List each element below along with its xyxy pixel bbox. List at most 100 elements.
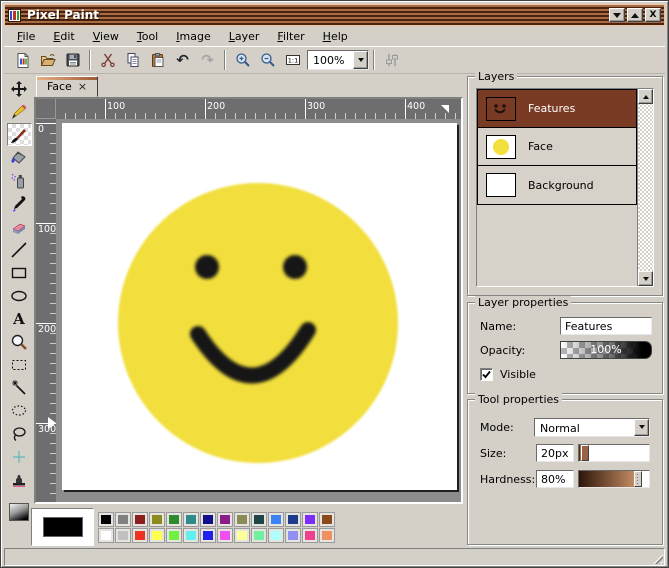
palette-swatch[interactable]	[183, 512, 199, 527]
palette-swatch[interactable]	[149, 512, 165, 527]
palette-swatch[interactable]	[200, 528, 216, 543]
palette-swatch[interactable]	[234, 512, 250, 527]
hardness-input[interactable]	[536, 470, 574, 488]
mode-combo-arrow-button[interactable]	[634, 419, 649, 436]
palette-swatch[interactable]	[302, 528, 318, 543]
fill-tool-button[interactable]	[7, 146, 32, 169]
scroll-down-button[interactable]	[638, 271, 653, 286]
stamp-tool-button[interactable]	[7, 468, 32, 491]
palette-swatch[interactable]	[217, 512, 233, 527]
hardness-slider[interactable]	[578, 470, 650, 488]
size-slider[interactable]	[578, 444, 650, 462]
menu-filter[interactable]: Filter	[268, 28, 313, 45]
magnifier-tool-button[interactable]	[7, 330, 32, 353]
layers-scrollbar[interactable]	[638, 89, 653, 286]
resize-grip[interactable]	[651, 552, 663, 564]
mode-combobox[interactable]: Normal	[534, 418, 650, 437]
palette-swatch[interactable]	[115, 512, 131, 527]
palette-swatch[interactable]	[98, 512, 114, 527]
magic-wand-tool-button[interactable]	[7, 376, 32, 399]
save-button[interactable]	[60, 48, 85, 72]
eraser-tool-button[interactable]	[7, 215, 32, 238]
zoom-in-button[interactable]	[230, 48, 255, 72]
size-input[interactable]	[536, 444, 574, 462]
rect-select-tool-button[interactable]	[7, 353, 32, 376]
title-bar[interactable]: Pixel Paint X	[4, 4, 665, 26]
size-slider-thumb[interactable]	[581, 445, 589, 461]
lasso-tool-button[interactable]	[7, 399, 32, 422]
current-color-swatch[interactable]	[43, 517, 83, 537]
visible-checkbox[interactable]	[480, 368, 493, 381]
menu-edit[interactable]: Edit	[44, 28, 83, 45]
palette-swatch[interactable]	[251, 528, 267, 543]
menu-layer[interactable]: Layer	[220, 28, 269, 45]
zoom-out-button[interactable]	[255, 48, 280, 72]
layer-row-background[interactable]: Background	[478, 166, 636, 204]
open-button[interactable]	[35, 48, 60, 72]
undo-button[interactable]: ↶	[170, 48, 195, 72]
gradient-swatch[interactable]	[9, 503, 29, 521]
hardness-slider-thumb[interactable]	[634, 471, 642, 487]
line-tool-button[interactable]	[7, 238, 32, 261]
minimize-icon	[613, 13, 621, 18]
move-tool-button[interactable]	[7, 77, 32, 100]
palette-swatch[interactable]	[285, 528, 301, 543]
palette-swatch[interactable]	[200, 512, 216, 527]
scroll-up-button[interactable]	[638, 89, 653, 104]
palette-swatch[interactable]	[285, 512, 301, 527]
palette-swatch[interactable]	[234, 528, 250, 543]
palette-swatch[interactable]	[302, 512, 318, 527]
menu-file[interactable]: File	[8, 28, 44, 45]
layer-row-features[interactable]: Features	[478, 90, 636, 128]
palette-swatch[interactable]	[149, 528, 165, 543]
menu-view[interactable]: View	[84, 28, 128, 45]
palette-swatch[interactable]	[98, 528, 114, 543]
minimize-button[interactable]	[609, 8, 625, 22]
palette-swatch[interactable]	[115, 528, 131, 543]
cut-button[interactable]	[95, 48, 120, 72]
new-button[interactable]	[10, 48, 35, 72]
canvas[interactable]	[62, 123, 457, 490]
close-button[interactable]: X	[645, 8, 661, 22]
crosshair-tool-button[interactable]	[7, 445, 32, 468]
layer-name-input[interactable]	[560, 317, 652, 335]
menu-tool[interactable]: Tool	[128, 28, 167, 45]
airbrush-tool-button[interactable]	[7, 169, 32, 192]
palette-swatch[interactable]	[132, 512, 148, 527]
eyedropper-tool-button[interactable]	[7, 192, 32, 215]
palette-swatch[interactable]	[217, 528, 233, 543]
paste-button[interactable]	[145, 48, 170, 72]
brush-tool-button[interactable]	[7, 123, 32, 146]
zoom-level-combobox[interactable]: 100%	[307, 50, 369, 70]
palette-swatch[interactable]	[183, 528, 199, 543]
save-floppy-icon	[65, 52, 81, 68]
rectangle-tool-button[interactable]	[7, 261, 32, 284]
palette-swatch[interactable]	[319, 528, 335, 543]
palette-swatch[interactable]	[268, 528, 284, 543]
pencil-tool-button[interactable]	[7, 100, 32, 123]
maximize-button[interactable]	[627, 8, 643, 22]
ellipse-tool-button[interactable]	[7, 284, 32, 307]
zoom-combo-arrow-button[interactable]	[353, 51, 368, 69]
copy-button[interactable]	[120, 48, 145, 72]
palette-swatch[interactable]	[166, 512, 182, 527]
layer-properties-group: Layer properties Name: Opacity: 100% Vis…	[467, 302, 663, 394]
menu-help[interactable]: Help	[314, 28, 357, 45]
palette-swatch[interactable]	[268, 512, 284, 527]
adjust-button[interactable]	[379, 48, 404, 72]
palette-swatch[interactable]	[132, 528, 148, 543]
opacity-slider[interactable]: 100%	[560, 341, 652, 359]
redo-button[interactable]: ↷	[195, 48, 220, 72]
palette-swatch[interactable]	[251, 512, 267, 527]
palette-swatch[interactable]	[319, 512, 335, 527]
menu-image[interactable]: Image	[167, 28, 219, 45]
canvas-viewport[interactable]	[56, 119, 461, 502]
actual-size-button[interactable]: 1:1	[280, 48, 305, 72]
layer-row-face[interactable]: Face	[478, 128, 636, 166]
polygon-lasso-tool-button[interactable]	[7, 422, 32, 445]
toolbar-separator	[373, 50, 375, 70]
palette-swatch[interactable]	[166, 528, 182, 543]
text-tool-button[interactable]: A	[7, 307, 32, 330]
tab-close-icon[interactable]: ×	[78, 80, 87, 93]
tab-face[interactable]: Face ×	[36, 76, 98, 97]
